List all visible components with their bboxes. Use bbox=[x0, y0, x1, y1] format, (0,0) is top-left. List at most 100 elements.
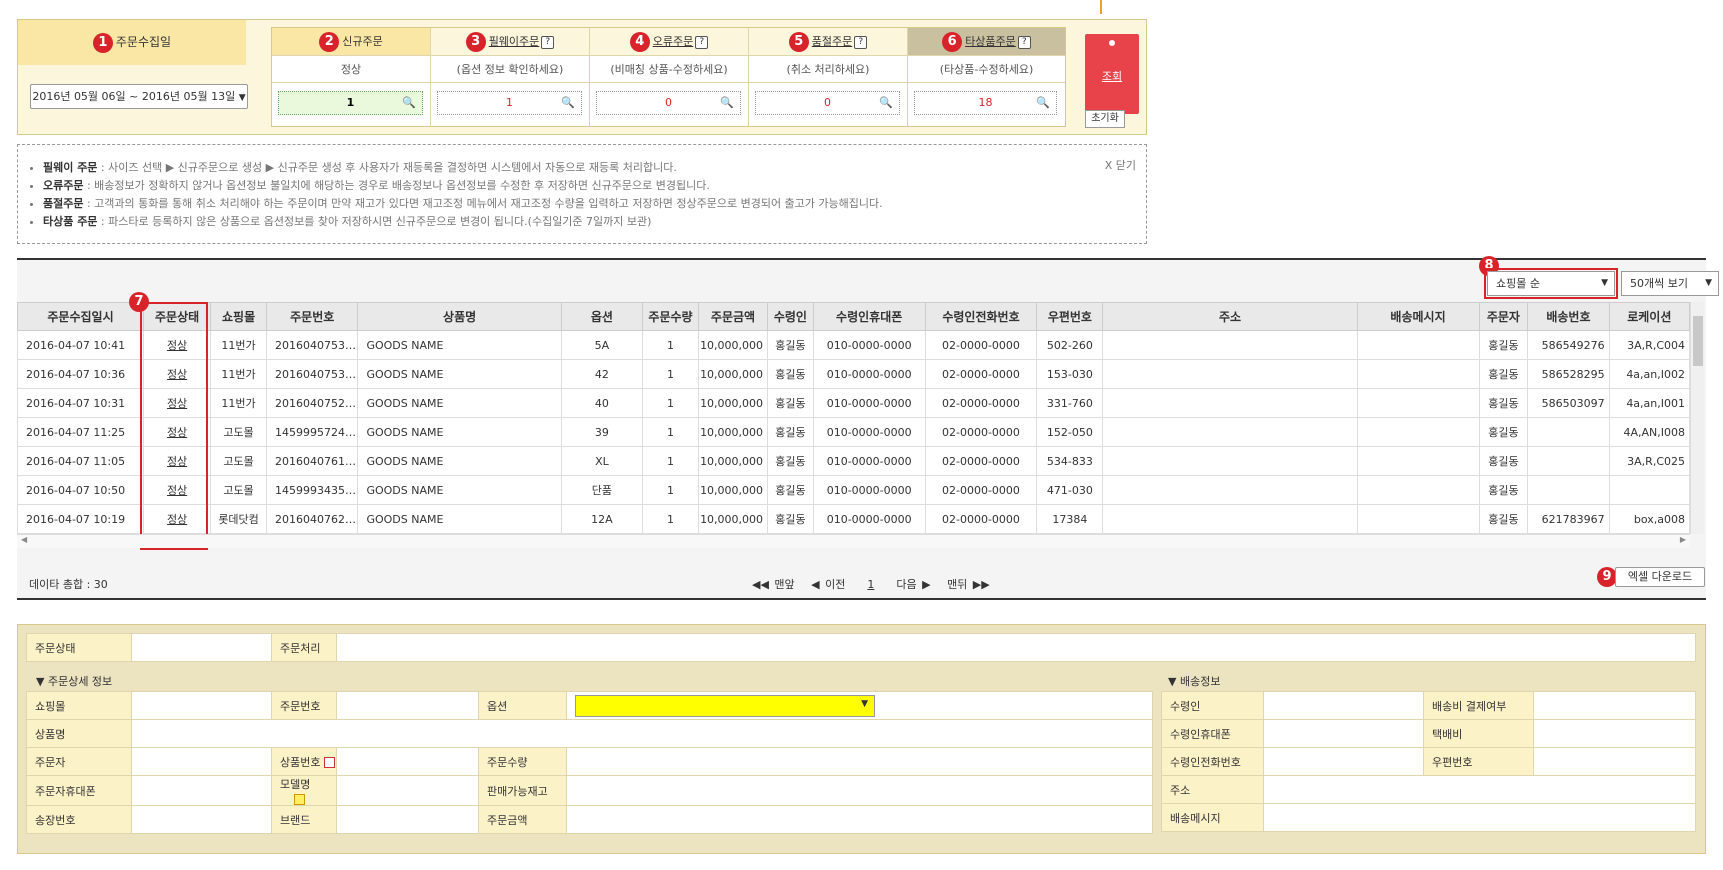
col-header[interactable]: 주문수량 bbox=[642, 302, 699, 331]
col-header[interactable]: 수령인휴대폰 bbox=[812, 302, 926, 331]
page-number[interactable]: 1 bbox=[867, 578, 874, 591]
help-icon[interactable]: ? bbox=[1017, 35, 1031, 49]
sort-select[interactable]: 쇼핑몰 순 ▼ bbox=[1487, 271, 1615, 296]
table-row[interactable]: 2016-04-07 10:50 정상 고도몰 1459993435… GOODS NA… bbox=[16, 475, 1691, 505]
date-header: 1 주문수집일 bbox=[18, 20, 246, 65]
prev-page-button[interactable]: ◀ 이전 bbox=[811, 578, 845, 591]
date-range-select[interactable]: 2016년 05월 06일 ~ 2016년 05월 13일 ▼ bbox=[30, 84, 248, 109]
help-icon[interactable]: ? bbox=[854, 35, 868, 49]
table-cell: XL bbox=[560, 446, 644, 476]
table-cell: 10,000,000 bbox=[697, 446, 769, 476]
last-page-button[interactable]: 맨뒤 ▶▶ bbox=[947, 578, 990, 591]
date-range-value: 2016년 05월 06일 ~ 2016년 05월 13일 bbox=[32, 90, 236, 103]
table-cell: 4a,an,I001 bbox=[1608, 388, 1691, 418]
table-cell: 42 bbox=[560, 359, 644, 389]
table-cell: 2016-04-07 11:25 bbox=[16, 417, 145, 447]
chevron-down-icon: ▼ bbox=[861, 698, 868, 709]
scroll-left-icon[interactable]: ◀ bbox=[21, 535, 27, 544]
table-row[interactable]: 2016-04-07 10:31 정상 11번가 2016040752… GOODS N… bbox=[16, 388, 1691, 418]
status-new-count[interactable]: 1 🔍 bbox=[278, 91, 423, 115]
col-header[interactable]: 상품명 bbox=[357, 302, 562, 331]
shipping-section-title[interactable]: ▼ 배송정보 bbox=[1168, 673, 1220, 689]
col-header[interactable]: 주소 bbox=[1102, 302, 1358, 331]
first-page-button[interactable]: ◀◀ 맨앞 bbox=[752, 578, 795, 591]
status-error: 4 오류주문? (비매칭 상품-수정하세요) 0 🔍 bbox=[590, 28, 749, 126]
table-cell: 1459993435… bbox=[265, 475, 359, 505]
next-page-button[interactable]: 다음 ▶ bbox=[896, 578, 930, 591]
pagination: ◀◀ 맨앞 ◀ 이전 1 다음 ▶ 맨뒤 ▶▶ bbox=[752, 576, 990, 592]
memo-icon[interactable] bbox=[294, 793, 305, 805]
table-cell: 621783967 bbox=[1527, 504, 1610, 534]
table-cell: 586503097 bbox=[1527, 388, 1610, 418]
callout-2: 2 bbox=[319, 32, 340, 52]
field-label: 판매가능재고 bbox=[478, 775, 567, 806]
help-icon[interactable]: ? bbox=[541, 35, 555, 49]
status-other-label[interactable]: 타상품주문 bbox=[965, 35, 1016, 48]
info-item: 타상품 주문 : 파스타로 등록하지 않은 상품으로 옵션정보를 찾아 저장하시… bbox=[43, 213, 883, 231]
table-cell: 홍길동 bbox=[767, 504, 814, 534]
col-header[interactable]: 배송메시지 bbox=[1356, 302, 1480, 331]
status-soldout-sub: (취소 처리하세요) bbox=[749, 56, 907, 83]
table-row[interactable]: 2016-04-07 11:05 정상 고도몰 2016040761… GOODS NA… bbox=[16, 446, 1691, 476]
table-cell bbox=[1608, 475, 1691, 505]
order-table: 주문수집일시 주문상태 쇼핑몰 주문번호 상품명 옵션 주문수량 주문금액 수령… bbox=[16, 302, 1691, 534]
field-value bbox=[1533, 747, 1696, 776]
table-cell bbox=[1102, 475, 1358, 505]
table-cell: 534-833 bbox=[1036, 446, 1104, 476]
col-header[interactable]: 옵션 bbox=[560, 302, 644, 331]
status-fillway-label[interactable]: 필웨이주문 bbox=[489, 35, 540, 48]
table-cell: GOODS NAME bbox=[357, 359, 562, 389]
excel-download-button[interactable]: 엑셀 다운로드 bbox=[1615, 567, 1705, 587]
vertical-scrollbar[interactable] bbox=[1690, 302, 1704, 534]
col-header[interactable]: 배송번호 bbox=[1527, 302, 1610, 331]
scroll-thumb[interactable] bbox=[1693, 316, 1703, 366]
table-cell: GOODS NAME bbox=[357, 330, 562, 360]
col-header[interactable]: 주문번호 bbox=[265, 302, 359, 331]
table-cell: 3A,R,C004 bbox=[1608, 330, 1691, 360]
order-status-value bbox=[131, 633, 272, 662]
col-header[interactable]: 우편번호 bbox=[1036, 302, 1104, 331]
status-new-sub: 정상 bbox=[272, 56, 430, 83]
table-cell: 2016-04-07 10:50 bbox=[16, 475, 145, 505]
table-cell: 1 bbox=[642, 504, 699, 534]
horizontal-scrollbar[interactable]: ◀ ▶ bbox=[17, 534, 1690, 548]
status-error-label[interactable]: 오류주문 bbox=[653, 35, 693, 48]
scroll-right-icon[interactable]: ▶ bbox=[1680, 535, 1686, 544]
status-error-count[interactable]: 0 🔍 bbox=[596, 91, 741, 115]
field-value bbox=[1263, 803, 1696, 832]
status-fillway-count[interactable]: 1 🔍 bbox=[437, 91, 582, 115]
col-header[interactable]: 로케이션 bbox=[1608, 302, 1691, 331]
table-row[interactable]: 2016-04-07 10:41 정상 11번가 2016040753… GOODS N… bbox=[16, 330, 1691, 360]
table-cell: 1 bbox=[642, 446, 699, 476]
option-select[interactable]: ▼ bbox=[575, 694, 875, 717]
col-header[interactable]: 쇼핑몰 bbox=[210, 302, 267, 331]
table-cell: GOODS NAME bbox=[357, 388, 562, 418]
order-detail-section-title[interactable]: ▼ 주문상세 정보 bbox=[36, 673, 112, 689]
table-cell: 10,000,000 bbox=[697, 504, 769, 534]
col-header[interactable]: 주문자 bbox=[1478, 302, 1529, 331]
reset-button[interactable]: 초기화 bbox=[1085, 110, 1125, 128]
col-header[interactable]: 주문금액 bbox=[697, 302, 769, 331]
page-size-select[interactable]: 50개씩 보기 ▼ bbox=[1621, 271, 1719, 296]
table-row[interactable]: 2016-04-07 10:36 정상 11번가 2016040753… GOODS N… bbox=[16, 359, 1691, 389]
table-row[interactable]: 2016-04-07 11:25 정상 고도몰 1459995724… GOODS NA… bbox=[16, 417, 1691, 447]
help-icon[interactable]: ? bbox=[695, 35, 709, 49]
table-cell: 홍길동 bbox=[767, 417, 814, 447]
status-soldout-label[interactable]: 품절주문 bbox=[812, 35, 852, 48]
table-cell: box,a008 bbox=[1608, 504, 1691, 534]
col-header[interactable]: 주문수집일시 bbox=[16, 302, 145, 331]
table-cell bbox=[1356, 475, 1480, 505]
status-soldout: 5 품절주문? (취소 처리하세요) 0 🔍 bbox=[749, 28, 908, 126]
table-cell: 홍길동 bbox=[1478, 330, 1529, 360]
note-icon[interactable] bbox=[323, 757, 335, 768]
status-soldout-count[interactable]: 0 🔍 bbox=[755, 91, 900, 115]
close-info-button[interactable]: X 닫기 bbox=[1105, 157, 1136, 173]
status-other-count[interactable]: 18 🔍 bbox=[914, 91, 1057, 115]
table-cell: 2016040753… bbox=[265, 330, 359, 360]
col-header[interactable]: 수령인전화번호 bbox=[924, 302, 1038, 331]
col-header[interactable]: 수령인 bbox=[767, 302, 814, 331]
search-button-label: 조회 bbox=[1101, 70, 1123, 83]
search-button[interactable]: 조회 bbox=[1085, 34, 1139, 114]
field-label: 브랜드 bbox=[271, 805, 337, 834]
table-row[interactable]: 2016-04-07 10:19 정상 롯데닷컴 2016040762… GOODS N… bbox=[16, 504, 1691, 534]
